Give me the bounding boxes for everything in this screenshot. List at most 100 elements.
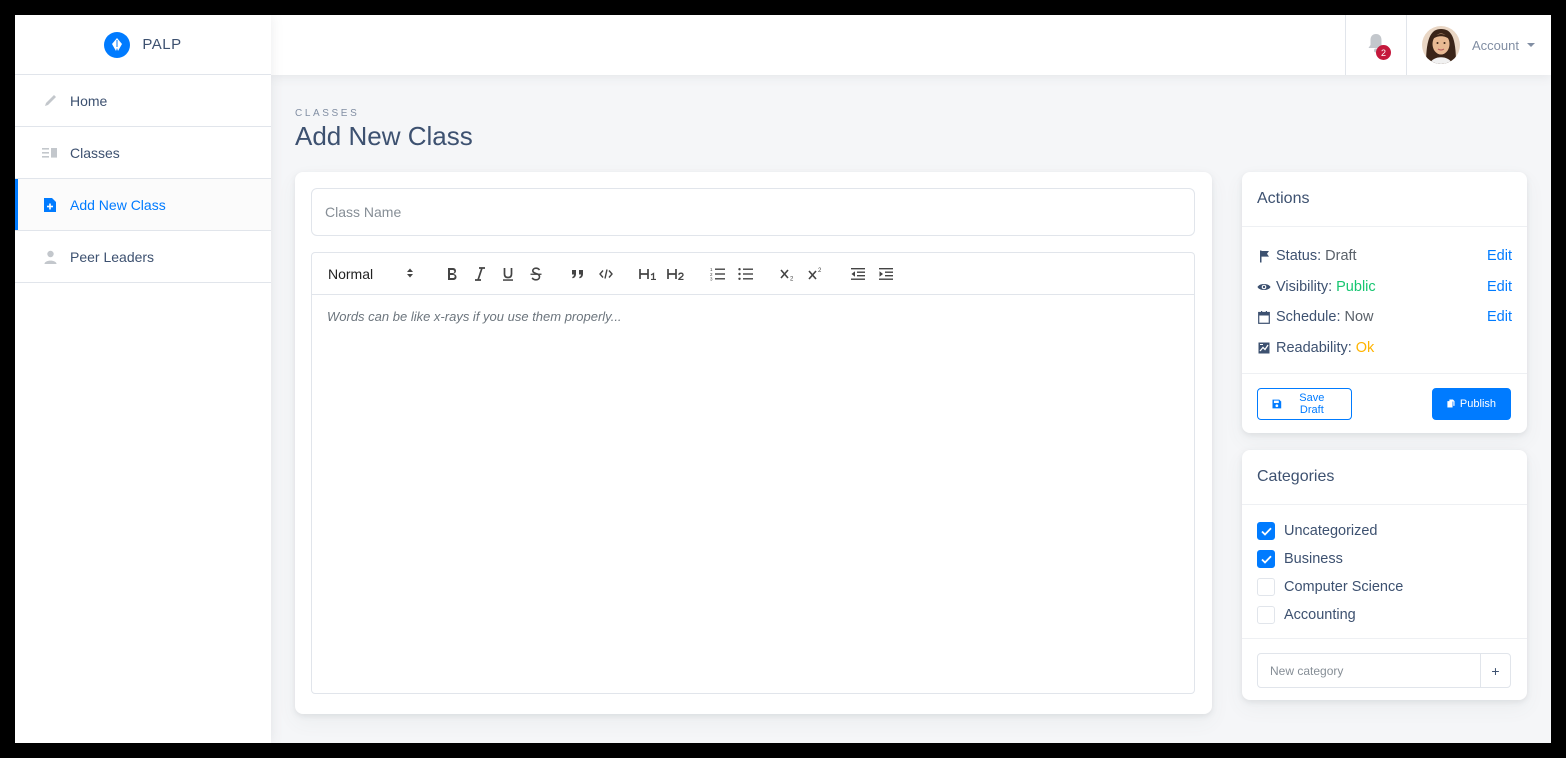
visibility-label: Visibility: (1276, 278, 1333, 295)
new-category-input[interactable] (1258, 654, 1480, 687)
edit-schedule-link[interactable]: Edit (1487, 309, 1512, 325)
code-button[interactable] (592, 262, 620, 286)
categories-card-title: Categories (1242, 450, 1527, 505)
check-icon (1260, 527, 1272, 536)
checkbox-checked[interactable] (1257, 522, 1275, 540)
schedule-row: Schedule: Now Edit (1257, 302, 1512, 333)
calendar-icon (1257, 310, 1271, 324)
blockquote-button[interactable] (564, 262, 592, 286)
heading-1-button[interactable] (634, 262, 662, 286)
category-label: Uncategorized (1284, 523, 1378, 539)
top-navbar: 2 Account (271, 15, 1551, 75)
list-icon (42, 145, 58, 161)
readability-value: Ok (1355, 339, 1375, 356)
category-business[interactable]: Business (1257, 545, 1512, 573)
sidebar-item-add-new-class[interactable]: Add New Class (15, 179, 271, 231)
actions-footer: Save Draft Publish (1242, 373, 1527, 433)
editor-toolbar: Normal 1 2 3 2 2 (312, 253, 1194, 295)
categories-footer: + (1242, 638, 1527, 700)
pencil-icon (42, 93, 58, 109)
checkbox-unchecked[interactable] (1257, 578, 1275, 596)
subscript-button[interactable]: 2 (774, 262, 802, 286)
publish-button[interactable]: Publish (1432, 387, 1511, 420)
schedule-label: Schedule: (1276, 309, 1341, 326)
bold-button[interactable] (438, 262, 466, 286)
format-select[interactable]: Normal (328, 266, 414, 282)
updown-icon (406, 266, 414, 282)
outdent-button[interactable] (844, 262, 872, 286)
category-label: Computer Science (1284, 579, 1404, 595)
sidebar-item-label: Peer Leaders (70, 248, 155, 265)
new-category-group: + (1257, 653, 1511, 688)
file-plus-icon (42, 197, 58, 213)
status-label: Status: (1276, 248, 1322, 265)
underline-button[interactable] (494, 262, 522, 286)
category-label: Accounting (1284, 607, 1356, 623)
category-uncategorized[interactable]: Uncategorized (1257, 517, 1512, 545)
editor-card: Normal (295, 172, 1212, 714)
app-window: PALP Home Classes Add New Class Peer Lea… (15, 15, 1551, 743)
check-icon (1260, 555, 1272, 564)
files-icon (1447, 399, 1455, 408)
readability-label: Readability: (1276, 339, 1352, 356)
checkbox-checked[interactable] (1257, 550, 1275, 568)
account-label: Account (1472, 37, 1519, 53)
status-value: Draft (1325, 248, 1357, 265)
add-category-button[interactable]: + (1480, 654, 1510, 687)
page-subtitle: Classes (295, 108, 360, 119)
svg-text:3: 3 (710, 276, 713, 280)
person-icon (42, 249, 58, 265)
account-dropdown[interactable]: Account (1422, 15, 1535, 75)
category-accounting[interactable]: Accounting (1257, 601, 1512, 629)
publish-label: Publish (1459, 397, 1496, 410)
sidebar-item-label: Home (70, 92, 108, 109)
schedule-value: Now (1344, 309, 1374, 326)
readability-row: Readability: Ok (1257, 333, 1512, 364)
flag-icon (1257, 249, 1271, 263)
sidebar-item-classes[interactable]: Classes (15, 127, 271, 179)
class-name-input[interactable] (311, 188, 1195, 236)
italic-button[interactable] (466, 262, 494, 286)
sidebar-item-home[interactable]: Home (15, 75, 271, 127)
strike-button[interactable] (522, 262, 550, 286)
rich-text-editor: Normal 1 2 3 2 2 Words can be like x-ray… (311, 252, 1195, 694)
actions-card-title: Actions (1242, 172, 1527, 227)
caret-down-icon (1527, 43, 1535, 47)
sidebar-item-label: Add New Class (70, 196, 166, 213)
visibility-value: Public (1336, 278, 1376, 295)
save-draft-button[interactable]: Save Draft (1257, 387, 1352, 420)
page-title: Add New Class (295, 121, 473, 151)
status-row: Status: Draft Edit (1257, 241, 1512, 272)
edit-visibility-link[interactable]: Edit (1487, 279, 1512, 295)
actions-list: Status: Draft Edit Visibility: Public Ed… (1242, 227, 1527, 363)
editor-body[interactable]: Words can be like x-rays if you use them… (312, 295, 1194, 338)
editor-placeholder: Words can be like x-rays if you use them… (327, 309, 622, 324)
sidebar-item-label: Classes (70, 144, 120, 161)
notification-badge: 2 (1376, 45, 1391, 60)
actions-card: Actions Status: Draft Edit Visibility: P… (1242, 172, 1527, 433)
category-label: Business (1284, 551, 1343, 567)
save-icon (1272, 399, 1282, 408)
ordered-list-button[interactable]: 123 (704, 262, 732, 286)
sidebar: PALP Home Classes Add New Class Peer Lea… (15, 15, 271, 743)
heading-2-button[interactable] (662, 262, 690, 286)
save-draft-label: Save Draft (1299, 391, 1325, 416)
format-select-value: Normal (328, 265, 374, 282)
bullet-list-button[interactable] (732, 262, 760, 286)
brand-name: PALP (142, 36, 182, 53)
score-icon (1257, 341, 1271, 355)
svg-text:2: 2 (818, 268, 822, 274)
edit-status-link[interactable]: Edit (1487, 248, 1512, 264)
eye-icon (1257, 280, 1271, 294)
category-computer-science[interactable]: Computer Science (1257, 573, 1512, 601)
visibility-row: Visibility: Public Edit (1257, 272, 1512, 303)
notifications-button[interactable]: 2 (1345, 15, 1407, 75)
brand[interactable]: PALP (15, 15, 271, 75)
indent-button[interactable] (872, 262, 900, 286)
superscript-button[interactable]: 2 (802, 262, 830, 286)
categories-card: Categories Uncategorized Business Comput… (1242, 450, 1527, 700)
avatar (1422, 26, 1461, 64)
sidebar-item-peer-leaders[interactable]: Peer Leaders (15, 231, 271, 283)
checkbox-unchecked[interactable] (1257, 606, 1275, 624)
svg-text:2: 2 (790, 276, 794, 281)
